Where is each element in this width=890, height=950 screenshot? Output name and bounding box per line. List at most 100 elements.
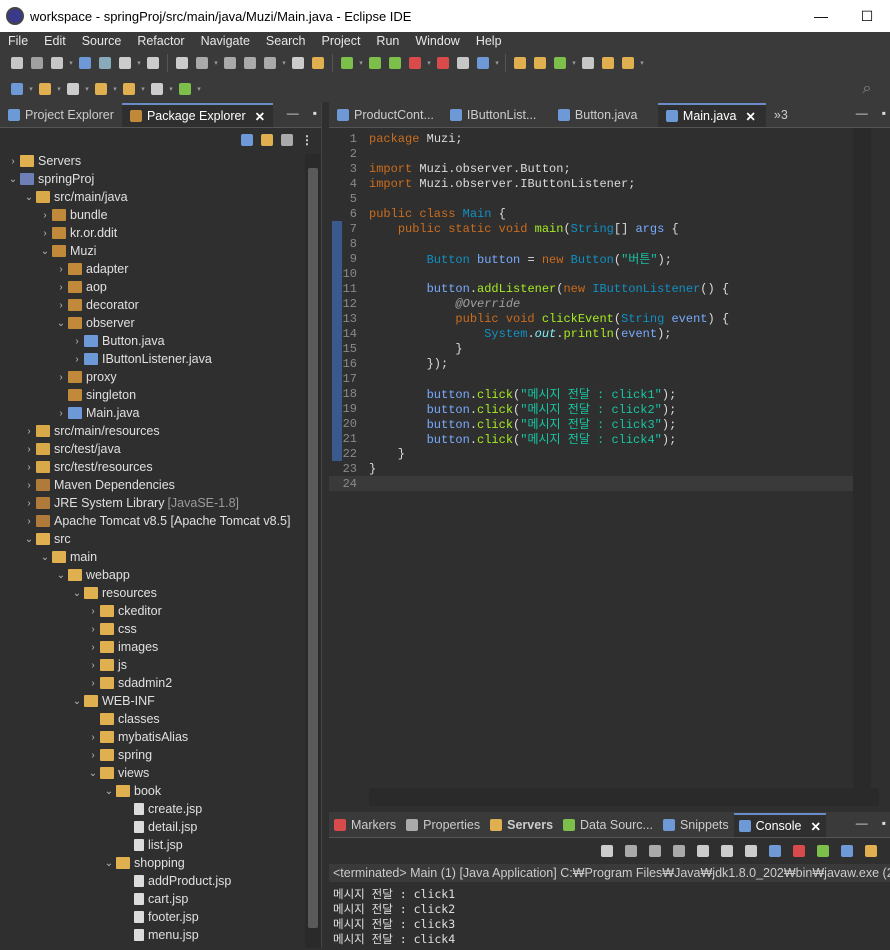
- dropdown-icon[interactable]: ▾: [84, 80, 90, 98]
- tree-node[interactable]: singleton: [0, 386, 304, 404]
- editor-vertical-scrollbar[interactable]: [853, 128, 871, 788]
- tree-node[interactable]: create.jsp: [0, 800, 304, 818]
- tree-node[interactable]: ⌄ observer: [0, 314, 304, 332]
- minimize-console-button[interactable]: —: [856, 816, 868, 830]
- menu-search[interactable]: Search: [258, 34, 314, 48]
- menu-help[interactable]: Help: [468, 34, 510, 48]
- expand-icon[interactable]: ›: [22, 444, 36, 455]
- dropdown-icon[interactable]: ▾: [136, 54, 142, 72]
- toolbar-icon[interactable]: [36, 80, 54, 98]
- expand-icon[interactable]: ›: [86, 660, 100, 671]
- toolbar-icon[interactable]: [144, 54, 162, 72]
- tree-node[interactable]: list.jsp: [0, 836, 304, 854]
- collapse-icon[interactable]: ⌄: [54, 318, 68, 329]
- collapse-icon[interactable]: ⌄: [22, 192, 36, 203]
- console-toolbar-icon[interactable]: [838, 842, 856, 860]
- console-toolbar-icon[interactable]: [622, 842, 640, 860]
- close-icon[interactable]: ✕: [745, 109, 755, 124]
- tree-node[interactable]: › mybatisAlias: [0, 728, 304, 746]
- tree-node[interactable]: ⌄ main: [0, 548, 304, 566]
- toolbar-icon[interactable]: [221, 54, 239, 72]
- toolbar-icon[interactable]: [366, 54, 384, 72]
- tree-node[interactable]: ⌄ Muzi: [0, 242, 304, 260]
- toolbar-icon[interactable]: [64, 80, 82, 98]
- tree-scrollbar[interactable]: [305, 154, 321, 948]
- console-toolbar-icon[interactable]: [598, 842, 616, 860]
- close-icon[interactable]: ✕: [811, 819, 821, 834]
- toolbar-icon[interactable]: [116, 54, 134, 72]
- dropdown-icon[interactable]: ▾: [426, 54, 432, 72]
- minimize-button[interactable]: —: [798, 0, 844, 32]
- toolbar-icon[interactable]: [148, 80, 166, 98]
- dropdown-icon[interactable]: ▾: [281, 54, 287, 72]
- editor-tab[interactable]: Main.java ✕: [657, 103, 766, 127]
- tab-snippets[interactable]: Snippets: [658, 813, 734, 837]
- console-toolbar-icon[interactable]: [694, 842, 712, 860]
- tree-node[interactable]: › spring: [0, 746, 304, 764]
- collapse-icon[interactable]: ⌄: [22, 534, 36, 545]
- toolbar-icon[interactable]: [8, 80, 26, 98]
- expand-icon[interactable]: ›: [86, 624, 100, 635]
- tree-node[interactable]: › src/test/java: [0, 440, 304, 458]
- dropdown-icon[interactable]: ▾: [28, 80, 34, 98]
- dropdown-icon[interactable]: ▾: [168, 80, 174, 98]
- toolbar-icon[interactable]: [76, 54, 94, 72]
- toolbar-icon[interactable]: [176, 80, 194, 98]
- tree-node[interactable]: ⌄ src/main/java: [0, 188, 304, 206]
- toolbar-icon[interactable]: [289, 54, 307, 72]
- tree-node[interactable]: › Apache Tomcat v8.5 [Apache Tomcat v8.5]: [0, 512, 304, 530]
- tab-properties[interactable]: Properties: [401, 813, 485, 837]
- expand-icon[interactable]: ›: [86, 606, 100, 617]
- console-toolbar-icon[interactable]: [814, 842, 832, 860]
- tree-node[interactable]: › Maven Dependencies: [0, 476, 304, 494]
- expand-icon[interactable]: ›: [54, 300, 68, 311]
- expand-icon[interactable]: ›: [86, 750, 100, 761]
- maximize-console-button[interactable]: ▪: [882, 816, 886, 830]
- console-toolbar-icon[interactable]: [742, 842, 760, 860]
- tree-node[interactable]: detail.jsp: [0, 818, 304, 836]
- toolbar-icon[interactable]: [434, 54, 452, 72]
- toolbar-icon[interactable]: [48, 54, 66, 72]
- editor-tab[interactable]: »3: [766, 103, 796, 127]
- tree-node[interactable]: › kr.or.ddit: [0, 224, 304, 242]
- toolbar-icon[interactable]: [92, 80, 110, 98]
- tree-node[interactable]: › bundle: [0, 206, 304, 224]
- toolbar-icon[interactable]: [8, 54, 26, 72]
- expand-icon[interactable]: ›: [86, 678, 100, 689]
- maximize-editor-button[interactable]: ▪: [882, 106, 886, 120]
- console-toolbar-icon[interactable]: [646, 842, 664, 860]
- tree-node[interactable]: › aop: [0, 278, 304, 296]
- expand-icon[interactable]: ›: [54, 264, 68, 275]
- expand-icon[interactable]: ›: [38, 210, 52, 221]
- tree-node[interactable]: ⌄ src: [0, 530, 304, 548]
- collapse-icon[interactable]: ⌄: [38, 552, 52, 563]
- maximize-button[interactable]: ☐: [844, 0, 890, 32]
- tree-node[interactable]: ⌄ webapp: [0, 566, 304, 584]
- link-with-editor-icon[interactable]: [261, 134, 273, 146]
- toolbar-icon[interactable]: [338, 54, 356, 72]
- toolbar-icon[interactable]: [28, 54, 46, 72]
- expand-icon[interactable]: ›: [22, 480, 36, 491]
- expand-icon[interactable]: ›: [70, 336, 84, 347]
- console-toolbar-icon[interactable]: [766, 842, 784, 860]
- tree-node[interactable]: › src/test/resources: [0, 458, 304, 476]
- tree-node[interactable]: addProduct.jsp: [0, 872, 304, 890]
- tree-node[interactable]: › sdadmin2: [0, 674, 304, 692]
- menu-source[interactable]: Source: [74, 34, 130, 48]
- tree-node[interactable]: classes: [0, 710, 304, 728]
- collapse-all-icon[interactable]: [241, 134, 253, 146]
- collapse-icon[interactable]: ⌄: [102, 786, 116, 797]
- menu-edit[interactable]: Edit: [36, 34, 74, 48]
- expand-icon[interactable]: ›: [54, 282, 68, 293]
- tree-node[interactable]: ⌄ springProj: [0, 170, 304, 188]
- tab-package-explorer[interactable]: Package Explorer ✕: [121, 103, 274, 127]
- expand-icon[interactable]: ›: [22, 462, 36, 473]
- dropdown-icon[interactable]: ▾: [494, 54, 500, 72]
- editor-tab[interactable]: Button.java: [550, 103, 658, 127]
- expand-icon[interactable]: ›: [22, 426, 36, 437]
- expand-icon[interactable]: ›: [38, 228, 52, 239]
- toolbar-icon[interactable]: [619, 54, 637, 72]
- expand-icon[interactable]: ›: [22, 498, 36, 509]
- console-toolbar-icon[interactable]: [862, 842, 880, 860]
- tree-node[interactable]: ⌄ resources: [0, 584, 304, 602]
